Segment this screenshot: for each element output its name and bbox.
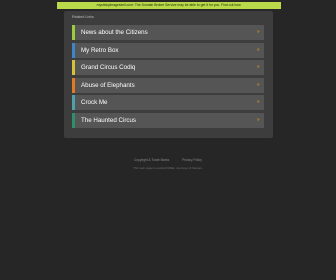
footer-note: This web page is parked FREE, courtesy o… <box>133 166 203 170</box>
chevron-right-icon: » <box>256 81 260 88</box>
chevron-right-icon: » <box>256 99 260 105</box>
related-link-grand-circus-codiq[interactable]: Grand Circus Codiq » <box>72 60 264 75</box>
link-label: Crock Me <box>81 99 108 106</box>
panel-title: Related Links <box>72 15 94 19</box>
link-color-bar <box>72 77 75 93</box>
privacy-policy-link[interactable]: Privacy Policy <box>182 158 202 162</box>
footer-links: Copyright & Trade Marks Privacy Policy <box>0 158 336 162</box>
related-link-crock-me[interactable]: Crock Me » <box>72 95 264 110</box>
link-color-bar <box>72 95 75 110</box>
related-link-the-haunted-circus[interactable]: The Haunted Circus » <box>72 112 264 128</box>
chevron-right-icon: » <box>256 46 260 53</box>
link-label: News about the Citizens <box>81 29 148 36</box>
link-color-bar <box>72 60 75 75</box>
domain-broker-banner[interactable]: mystickyimagesimil.com: The Domain Broke… <box>57 2 281 9</box>
link-label: Abuse of Elephants <box>81 81 135 89</box>
chevron-right-icon: » <box>256 29 260 35</box>
chevron-right-icon: » <box>256 64 260 70</box>
related-links-panel: Related Links News about the Citizens » … <box>64 11 273 138</box>
link-color-bar <box>72 25 75 40</box>
link-color-bar <box>72 42 75 58</box>
chevron-right-icon: » <box>256 116 260 123</box>
related-link-news-about-the-citizens[interactable]: News about the Citizens » <box>72 25 264 40</box>
related-link-my-retro-box[interactable]: My Retro Box » <box>72 42 264 58</box>
link-label: Grand Circus Codiq <box>81 64 136 71</box>
link-label: The Haunted Circus <box>81 116 137 124</box>
related-links-list: News about the Citizens » My Retro Box »… <box>72 25 264 130</box>
link-color-bar <box>72 112 75 128</box>
related-link-abuse-of-elephants[interactable]: Abuse of Elephants » <box>72 77 264 93</box>
link-label: My Retro Box <box>81 46 119 54</box>
copyright-link[interactable]: Copyright & Trade Marks <box>134 158 169 162</box>
